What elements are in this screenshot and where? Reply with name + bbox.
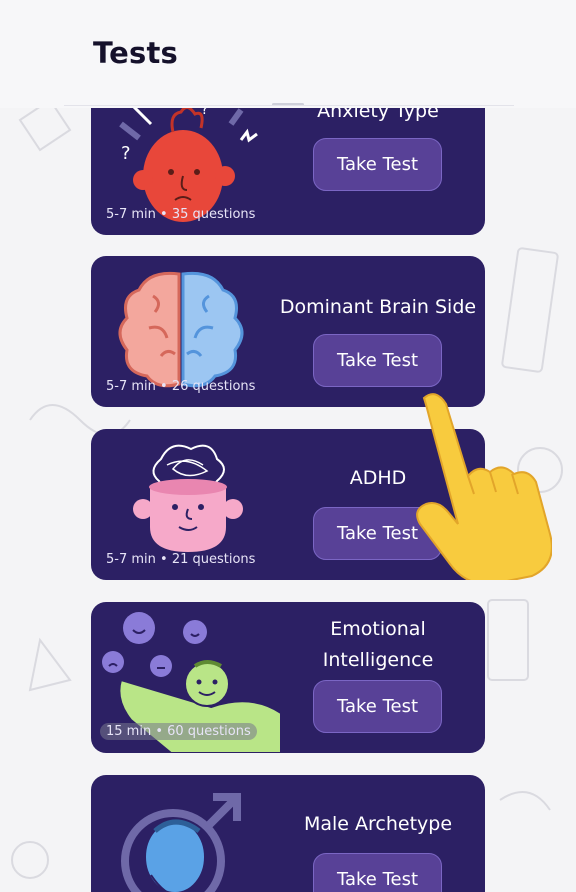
test-meta: 5-7 min • 21 questions: [106, 552, 256, 567]
male-symbol-person-icon: [121, 793, 241, 892]
page-header: Tests: [0, 0, 576, 108]
page-title: Tests: [93, 36, 178, 70]
take-test-button[interactable]: Take Test: [313, 138, 442, 191]
test-name: Dominant Brain Side: [279, 296, 477, 318]
test-card-anxiety-type[interactable]: ? ? Anxiety Type Take Test 5-7 min • 35 …: [91, 108, 485, 235]
test-card-dominant-brain-side[interactable]: Dominant Brain Side Take Test 5-7 min • …: [91, 256, 485, 407]
test-card-emotional-intelligence[interactable]: Emotional Intelligence Take Test 15 min …: [91, 602, 485, 753]
header-divider: [64, 105, 514, 106]
test-name: Emotional Intelligence: [322, 618, 434, 671]
take-test-button[interactable]: Take Test: [313, 680, 442, 733]
take-test-button[interactable]: Take Test: [313, 853, 442, 892]
pointing-hand-icon: [416, 393, 552, 580]
test-meta: 5-7 min • 26 questions: [106, 379, 256, 394]
test-name: Anxiety Type: [317, 108, 439, 122]
test-name: Male Archetype: [303, 813, 453, 835]
test-meta: 15 min • 60 questions: [100, 723, 257, 740]
take-test-button[interactable]: Take Test: [313, 334, 442, 387]
test-card-male-archetype[interactable]: Male Archetype Take Test: [91, 775, 485, 892]
test-meta: 5-7 min • 35 questions: [106, 207, 256, 222]
svg-text:?: ?: [121, 143, 131, 164]
